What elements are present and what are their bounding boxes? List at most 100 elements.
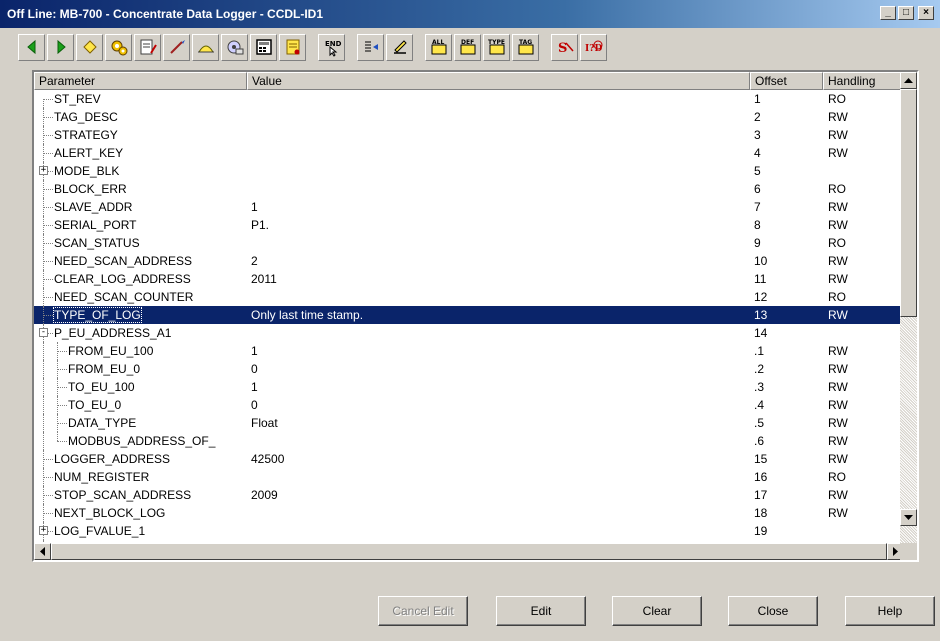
column-header-offset[interactable]: Offset xyxy=(750,72,823,90)
horizontal-scroll-thumb[interactable] xyxy=(51,543,887,560)
close-button[interactable]: Close xyxy=(728,596,818,626)
table-row[interactable]: SCAN_STATUS 9 RO xyxy=(34,234,904,252)
pen-tool-button[interactable] xyxy=(163,33,190,61)
column-header-handling[interactable]: Handling xyxy=(823,72,904,90)
toolbar-group: END xyxy=(318,33,347,61)
value-cell[interactable]: 1 xyxy=(247,200,750,214)
tree-line xyxy=(43,117,53,118)
table-row[interactable]: TO_EU_100 1 .3 RW xyxy=(34,378,904,396)
table-row[interactable]: FROM_EU_100 1 .1 RW xyxy=(34,342,904,360)
type-params-button[interactable]: TYPE xyxy=(483,33,510,61)
parameter-cell: TAG_DESC xyxy=(34,108,247,126)
parameter-name: STOP_SCAN_ADDRESS xyxy=(54,488,192,502)
scroll-down-button[interactable] xyxy=(900,509,917,526)
tree-line xyxy=(43,243,53,244)
tree-line xyxy=(43,297,53,298)
document-tag-button[interactable] xyxy=(279,33,306,61)
table-row[interactable]: STRATEGY 3 RW xyxy=(34,126,904,144)
def-params-icon: DEF xyxy=(460,39,475,55)
table-row[interactable]: STOP_SCAN_ADDRESS 2009 17 RW xyxy=(34,486,904,504)
title-bar[interactable]: Off Line: MB-700 - Concentrate Data Logg… xyxy=(0,0,940,28)
online-stop-button[interactable]: S xyxy=(551,33,578,61)
value-cell[interactable]: 2009 xyxy=(247,488,750,502)
clear-button[interactable]: Clear xyxy=(612,596,702,626)
arrow-left-button[interactable] xyxy=(18,33,45,61)
offset-cell: 2 xyxy=(754,110,761,124)
table-row[interactable]: NEED_SCAN_ADDRESS 2 10 RW xyxy=(34,252,904,270)
table-row[interactable]: MODBUS_ADDRESS_OF_ .6 RW xyxy=(34,432,904,450)
parameter-cell: + LOG_FVALUE_1 xyxy=(34,522,247,540)
maximize-button[interactable]: □ xyxy=(898,6,914,20)
all-params-button[interactable]: ALL xyxy=(425,33,452,61)
value-cell[interactable]: 0 xyxy=(247,398,750,412)
value-cell[interactable]: 2011 xyxy=(247,272,750,286)
vertical-scrollbar[interactable] xyxy=(900,72,917,543)
scroll-left-button[interactable] xyxy=(34,543,51,560)
offset-cell: .3 xyxy=(754,380,765,394)
handling-cell: RO xyxy=(828,470,846,484)
table-row[interactable]: NUM_REGISTER 16 RO xyxy=(34,468,904,486)
horizontal-scrollbar[interactable] xyxy=(34,543,904,560)
close-window-button[interactable]: × xyxy=(918,6,934,20)
table-row[interactable]: LOGGER_ADDRESS 42500 15 RW xyxy=(34,450,904,468)
table-row[interactable]: CLEAR_LOG_ADDRESS 2011 11 RW xyxy=(34,270,904,288)
table-row[interactable]: + MODE_BLK 5 xyxy=(34,162,904,180)
value-cell[interactable]: 1 xyxy=(247,344,750,358)
parameter-cell: ST_REV xyxy=(34,90,247,108)
value-cell[interactable]: 2 xyxy=(247,254,750,268)
arrow-right-button[interactable] xyxy=(47,33,74,61)
value-cell[interactable]: 1 xyxy=(247,380,750,394)
table-row[interactable]: ST_REV 1 RO xyxy=(34,90,904,108)
dome-button[interactable] xyxy=(192,33,219,61)
gears-button[interactable] xyxy=(105,33,132,61)
column-header-parameter[interactable]: Parameter xyxy=(34,72,247,90)
value-cell[interactable]: 0 xyxy=(247,362,750,376)
handling-cell: RW xyxy=(828,146,848,160)
table-row[interactable]: SLAVE_ADDR 1 7 RW xyxy=(34,198,904,216)
value-cell[interactable]: Float xyxy=(247,416,750,430)
form-edit-button[interactable] xyxy=(134,33,161,61)
online-stop-icon: S xyxy=(558,41,574,56)
parameter-cell: BLOCK_ERR xyxy=(34,180,247,198)
minimize-button[interactable]: _ xyxy=(880,6,896,20)
table-row[interactable]: BLOCK_ERR 6 RO xyxy=(34,180,904,198)
parameter-cell: NUM_REGISTER xyxy=(34,468,247,486)
table-row[interactable]: TYPE_OF_LOG Only last time stamp. 13 RW xyxy=(34,306,904,324)
value-cell[interactable]: Only last time stamp. xyxy=(247,308,750,322)
table-row[interactable]: SERIAL_PORT P1. 8 RW xyxy=(34,216,904,234)
tag-params-button[interactable]: TAG xyxy=(512,33,539,61)
column-header-value[interactable]: Value xyxy=(247,72,750,90)
table-row[interactable]: TAG_DESC 2 RW xyxy=(34,108,904,126)
offset-cell: 14 xyxy=(754,326,768,340)
expand-icon[interactable]: + xyxy=(39,166,48,175)
id-question-button[interactable]: I?D xyxy=(580,33,607,61)
vertical-scroll-thumb[interactable] xyxy=(900,89,917,317)
table-row[interactable]: DATA_TYPE Float .5 RW xyxy=(34,414,904,432)
cancel-edit-button[interactable]: Cancel Edit xyxy=(378,596,468,626)
value-cell[interactable]: P1. xyxy=(247,218,750,232)
diamond-button[interactable] xyxy=(76,33,103,61)
calculator-button[interactable] xyxy=(250,33,277,61)
end-cursor-button[interactable]: END xyxy=(318,33,345,61)
edit-button[interactable]: Edit xyxy=(496,596,586,626)
table-row[interactable]: +LOG_FVALUE_220 xyxy=(34,540,904,542)
signature-button[interactable] xyxy=(386,33,413,61)
id-question-icon: I?D xyxy=(585,40,602,54)
collapse-icon[interactable]: - xyxy=(39,328,48,337)
table-row[interactable]: NEXT_BLOCK_LOG 18 RW xyxy=(34,504,904,522)
expand-icon[interactable]: + xyxy=(39,526,48,535)
parameter-name: P_EU_ADDRESS_A1 xyxy=(54,326,172,340)
table-row[interactable]: NEED_SCAN_COUNTER 12 RO xyxy=(34,288,904,306)
list-left-button[interactable] xyxy=(357,33,384,61)
value-cell[interactable]: 42500 xyxy=(247,452,750,466)
monitor-gear-button[interactable] xyxy=(221,33,248,61)
table-row[interactable]: TO_EU_0 0 .4 RW xyxy=(34,396,904,414)
table-row[interactable]: ALERT_KEY 4 RW xyxy=(34,144,904,162)
scroll-up-button[interactable] xyxy=(900,72,917,89)
table-row[interactable]: FROM_EU_0 0 .2 RW xyxy=(34,360,904,378)
table-row[interactable]: - P_EU_ADDRESS_A1 14 xyxy=(34,324,904,342)
def-params-button[interactable]: DEF xyxy=(454,33,481,61)
handling-cell: RO xyxy=(828,236,846,250)
table-row[interactable]: + LOG_FVALUE_1 19 xyxy=(34,522,904,540)
help-button[interactable]: Help xyxy=(845,596,935,626)
